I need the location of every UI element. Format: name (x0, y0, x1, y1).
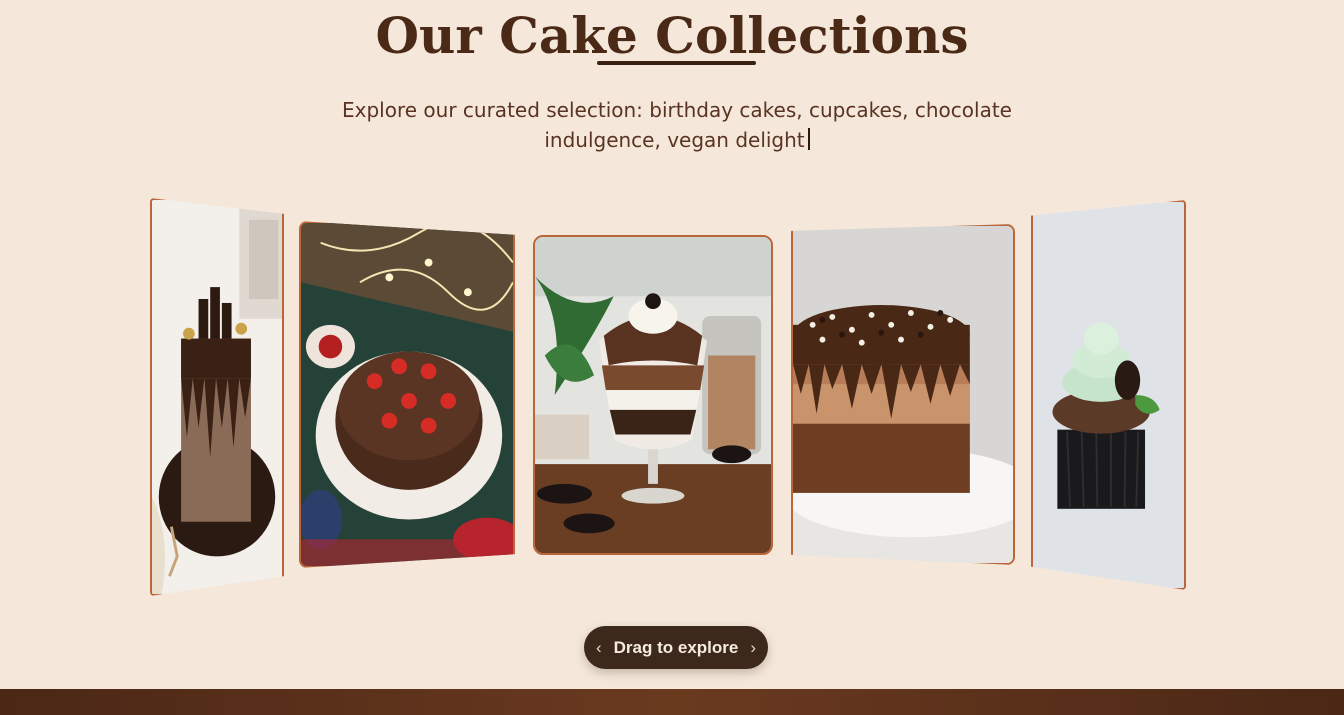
chevron-right-icon: › (750, 637, 757, 657)
drag-to-explore-button[interactable]: ‹ Drag to explore › (584, 626, 768, 669)
cake-card-3[interactable] (533, 235, 773, 555)
footer-band (0, 689, 1344, 715)
strawberry-cake-image (301, 223, 513, 566)
cake-card-4[interactable] (791, 224, 1015, 565)
cake-card-1[interactable] (150, 198, 284, 596)
chevron-left-icon: ‹ (595, 637, 602, 657)
chocolate-drip-cake-image (152, 200, 282, 594)
mint-cupcake-image (1033, 202, 1184, 588)
cake-card-5[interactable] (1031, 200, 1186, 590)
sprinkle-mousse-cake-image (793, 226, 1013, 563)
cake-card-2[interactable] (299, 221, 515, 568)
oreo-parfait-image (535, 237, 771, 553)
cake-carousel[interactable] (0, 0, 1344, 715)
drag-to-explore-label: Drag to explore (613, 637, 739, 657)
